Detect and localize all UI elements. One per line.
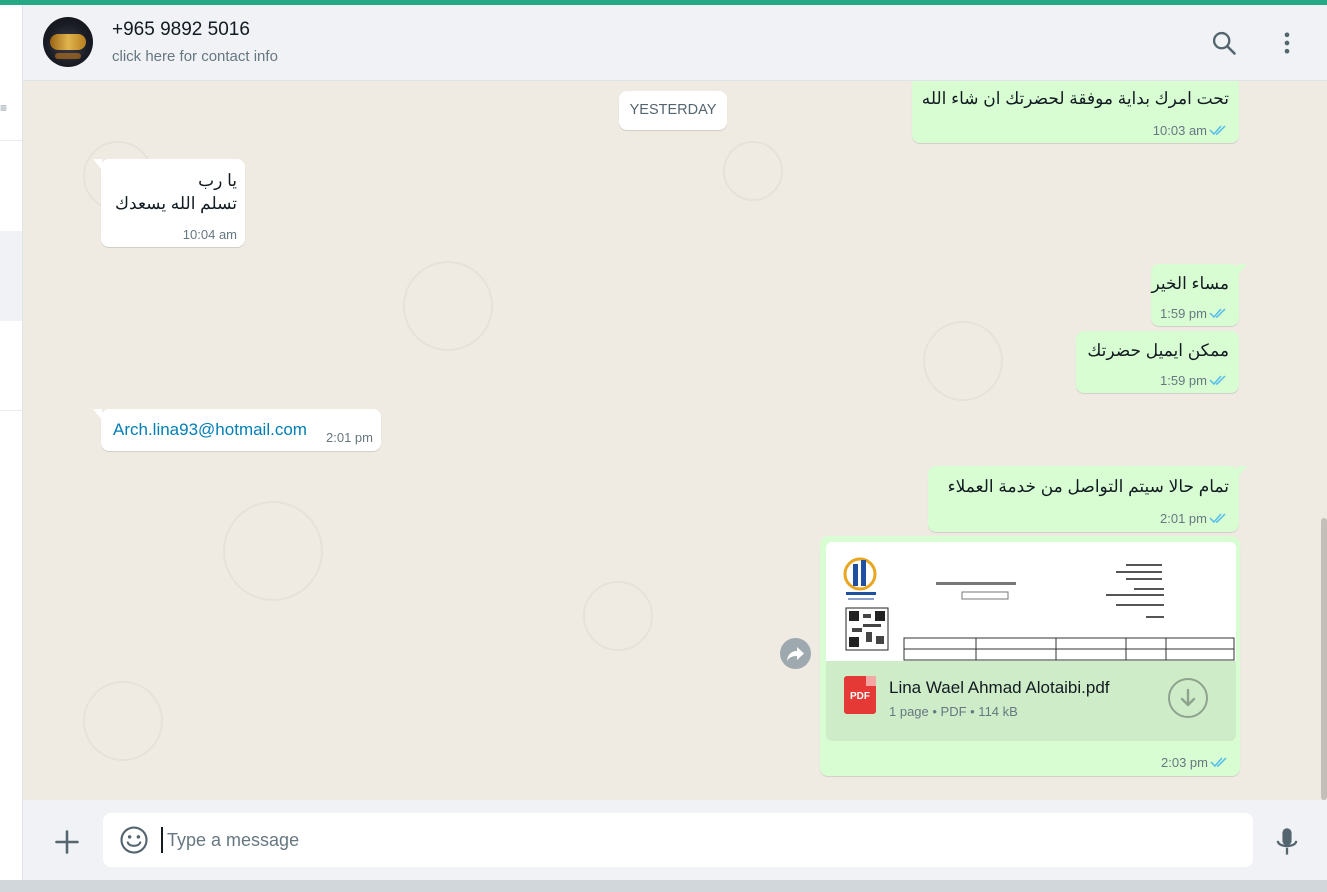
document-info[interactable]: PDF Lina Wael Ahmad Alotaibi.pdf 1 page … xyxy=(826,661,1236,741)
document-file-name: Lina Wael Ahmad Alotaibi.pdf xyxy=(889,678,1110,697)
download-icon xyxy=(1180,688,1196,707)
double-check-icon xyxy=(1209,308,1226,319)
message-time: 1:59 pm xyxy=(1160,373,1207,388)
chat-list-item-active[interactable] xyxy=(0,231,22,321)
avatar-image-glow xyxy=(55,53,81,59)
message-outgoing[interactable]: ممكن ايميل حضرتك 1:59 pm xyxy=(1076,331,1239,393)
message-incoming[interactable]: Arch.lina93@hotmail.com 2:01 pm xyxy=(93,409,381,451)
message-time: 10:03 am xyxy=(1152,123,1207,138)
filter-icon[interactable]: ≡ xyxy=(0,101,7,115)
date-divider: YESTERDAY xyxy=(619,91,727,130)
scrollbar[interactable] xyxy=(1321,518,1327,800)
double-check-icon xyxy=(1209,513,1226,524)
wallpaper-doodle xyxy=(403,261,493,351)
wallpaper-doodle xyxy=(223,501,323,601)
wallpaper-doodle xyxy=(583,581,653,651)
double-check-icon xyxy=(1210,757,1227,768)
bubble-tail xyxy=(1238,264,1247,275)
contact-name[interactable]: +965 9892 5016 xyxy=(112,19,250,41)
document-details: 1 page • PDF • 114 kB xyxy=(889,704,1018,719)
plus-icon[interactable] xyxy=(53,828,81,856)
message-composer xyxy=(23,800,1327,880)
avatar-image xyxy=(50,34,86,50)
window-bottom-edge xyxy=(0,880,1327,892)
message-document[interactable]: PDF Lina Wael Ahmad Alotaibi.pdf 1 page … xyxy=(820,536,1240,776)
message-time: 2:01 pm xyxy=(326,430,373,445)
message-text-line: يا رب xyxy=(198,171,237,190)
message-input-box[interactable] xyxy=(103,813,1253,867)
avatar[interactable] xyxy=(43,17,93,67)
message-outgoing[interactable]: تحت امرك بداية موفقة لحضرتك ان شاء الله … xyxy=(912,81,1239,143)
message-outgoing[interactable]: مساء الخير 1:59 pm xyxy=(1151,264,1247,326)
bubble-tail xyxy=(93,159,102,170)
document-thumbnail xyxy=(843,557,1235,661)
emoji-icon[interactable] xyxy=(119,825,149,855)
pdf-badge-label: PDF xyxy=(850,691,870,702)
chat-list-divider xyxy=(0,321,22,411)
message-time: 10:04 am xyxy=(182,227,237,242)
wallpaper-doodle xyxy=(923,321,1003,401)
chat-list-divider xyxy=(0,5,22,141)
forward-icon[interactable] xyxy=(780,638,811,669)
message-list[interactable]: YESTERDAY تحت امرك بداية موفقة لحضرتك ان… xyxy=(23,81,1327,800)
wallpaper-doodle xyxy=(723,141,783,201)
pdf-icon-corner xyxy=(866,676,876,686)
download-button[interactable] xyxy=(1168,678,1208,718)
message-incoming[interactable]: يا رب تسلم الله يسعدك 10:04 am xyxy=(93,159,245,247)
contact-info-link[interactable]: click here for contact info xyxy=(112,48,278,65)
message-text: تحت امرك بداية موفقة لحضرتك ان شاء الله xyxy=(921,89,1229,108)
message-time: 1:59 pm xyxy=(1160,306,1207,321)
message-text: مساء الخير xyxy=(1151,274,1229,293)
wallpaper-doodle xyxy=(83,681,163,761)
message-text-line: تسلم الله يسعدك xyxy=(115,194,237,213)
double-check-icon xyxy=(1209,375,1226,386)
email-link[interactable]: Arch.lina93@hotmail.com xyxy=(113,420,307,440)
message-input[interactable] xyxy=(161,827,1231,853)
microphone-icon[interactable] xyxy=(1273,826,1301,858)
conversation-header[interactable]: +965 9892 5016 click here for contact in… xyxy=(23,5,1327,81)
document-preview[interactable] xyxy=(826,542,1236,661)
message-text: ممكن ايميل حضرتك xyxy=(1087,341,1229,360)
double-check-icon xyxy=(1209,125,1226,136)
message-time: 2:01 pm xyxy=(1160,511,1207,526)
search-icon[interactable] xyxy=(1210,29,1238,57)
message-time: 2:03 pm xyxy=(1161,755,1208,770)
chat-list-edge: ≡ xyxy=(0,5,23,880)
message-text: تمام حالا سيتم التواصل من خدمة العملاء xyxy=(947,477,1229,496)
message-outgoing[interactable]: تمام حالا سيتم التواصل من خدمة العملاء 2… xyxy=(928,466,1247,532)
bubble-tail xyxy=(1238,466,1247,477)
menu-dots-icon[interactable] xyxy=(1273,29,1301,57)
pdf-file-icon: PDF xyxy=(844,676,876,714)
bubble-tail xyxy=(93,409,102,420)
